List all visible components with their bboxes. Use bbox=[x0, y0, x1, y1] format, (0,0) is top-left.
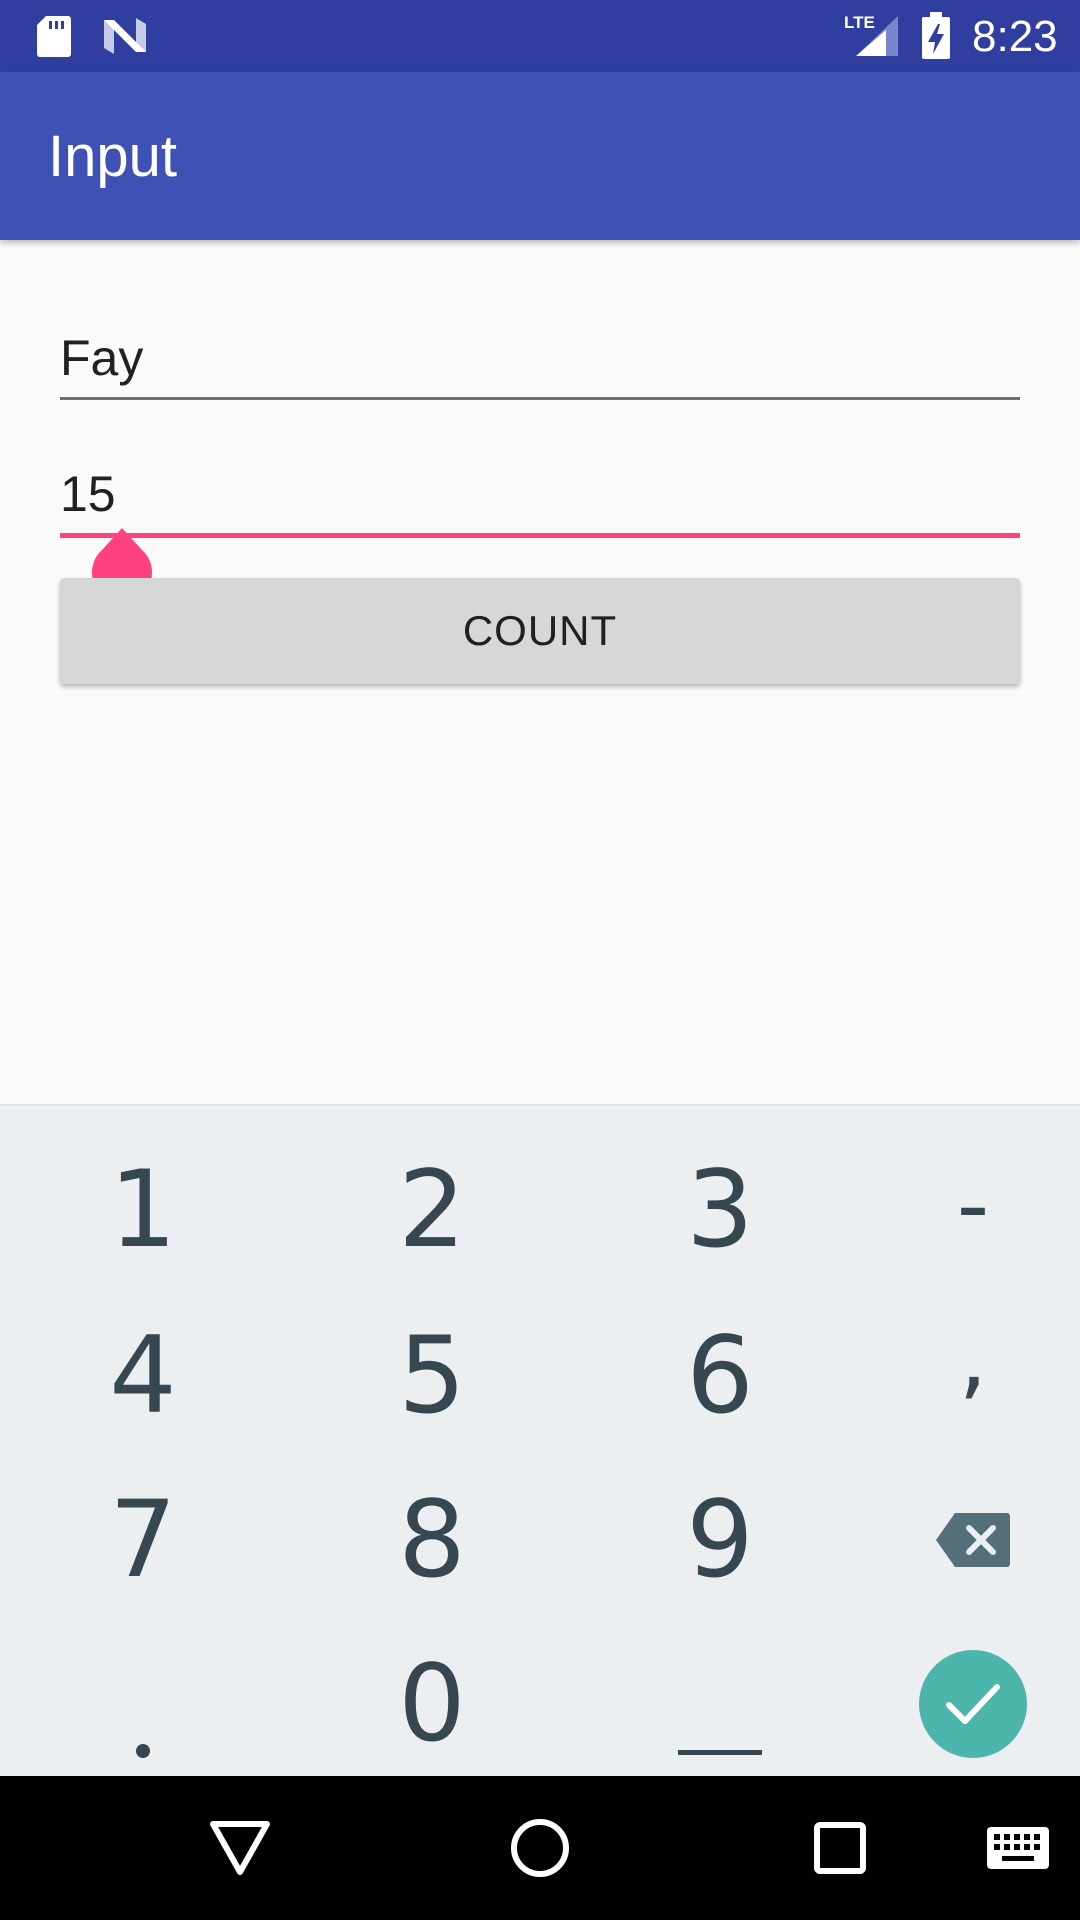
count-input[interactable]: 15 bbox=[60, 456, 1020, 538]
key-comma[interactable]: , bbox=[838, 1276, 1080, 1440]
done-key[interactable] bbox=[838, 1622, 1080, 1786]
sd-card-icon bbox=[37, 16, 71, 57]
done-icon bbox=[946, 1684, 1000, 1724]
key-minus[interactable]: - bbox=[838, 1124, 1080, 1288]
keyboard-switch-icon bbox=[987, 1827, 1049, 1869]
app-bar: Input bbox=[0, 72, 1080, 240]
back-icon bbox=[210, 1821, 270, 1875]
space-key[interactable] bbox=[585, 1622, 855, 1786]
numeric-keyboard: 1 2 3 - 4 5 6 , 7 8 9 0 bbox=[0, 1104, 1080, 1776]
key-3[interactable]: 3 bbox=[585, 1128, 855, 1292]
page-title: Input bbox=[48, 124, 177, 189]
lte-label: LTE bbox=[844, 13, 875, 32]
home-button[interactable] bbox=[490, 1798, 590, 1898]
backspace-key[interactable] bbox=[838, 1458, 1080, 1622]
home-icon bbox=[511, 1819, 569, 1877]
key-1[interactable]: 1 bbox=[8, 1128, 278, 1292]
status-bar: LTE 8:23 bbox=[0, 0, 1080, 72]
key-5[interactable]: 5 bbox=[297, 1294, 567, 1458]
key-0[interactable]: 0 bbox=[297, 1622, 567, 1786]
key-7[interactable]: 7 bbox=[8, 1458, 278, 1622]
key-9[interactable]: 9 bbox=[585, 1458, 855, 1622]
key-period[interactable] bbox=[8, 1622, 278, 1786]
period-glyph bbox=[136, 1744, 150, 1758]
done-key-circle bbox=[919, 1650, 1027, 1758]
name-input-value: Fay bbox=[60, 330, 144, 386]
key-4[interactable]: 4 bbox=[8, 1294, 278, 1458]
recents-button[interactable] bbox=[790, 1798, 890, 1898]
name-input[interactable]: Fay bbox=[60, 320, 1020, 400]
navigation-bar bbox=[0, 1776, 1080, 1920]
back-button[interactable] bbox=[190, 1798, 290, 1898]
space-icon bbox=[678, 1749, 762, 1755]
backspace-icon bbox=[936, 1513, 1010, 1567]
count-button[interactable]: COUNT bbox=[60, 578, 1020, 684]
recents-icon bbox=[814, 1822, 866, 1874]
key-8[interactable]: 8 bbox=[297, 1458, 567, 1622]
clock: 8:23 bbox=[972, 12, 1058, 61]
count-input-value: 15 bbox=[60, 466, 116, 522]
key-2[interactable]: 2 bbox=[297, 1128, 567, 1292]
lte-signal-icon: LTE bbox=[844, 13, 898, 56]
keyboard-switch-button[interactable] bbox=[968, 1798, 1068, 1898]
battery-charging-icon bbox=[922, 12, 950, 59]
key-6[interactable]: 6 bbox=[585, 1294, 855, 1458]
n-logo-icon bbox=[104, 18, 146, 54]
